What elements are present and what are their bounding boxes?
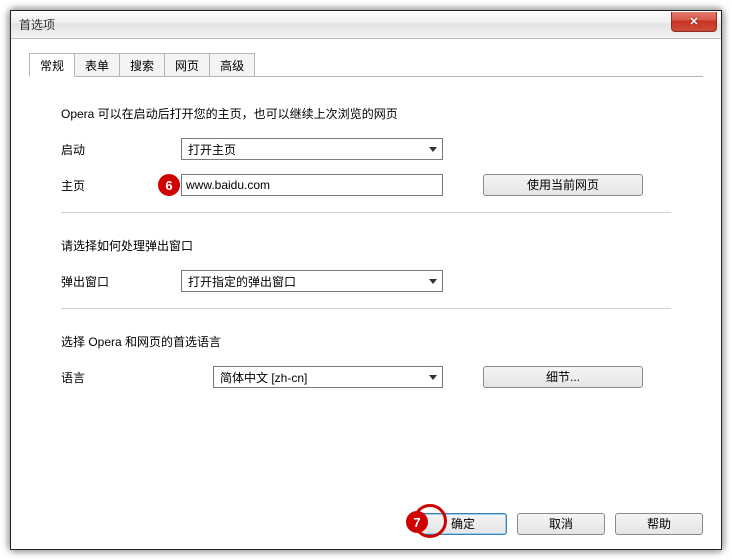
dialog-footer: 确定 7 取消 帮助 xyxy=(419,513,703,535)
tab-search[interactable]: 搜索 xyxy=(119,53,165,76)
help-button[interactable]: 帮助 xyxy=(615,513,703,535)
annotation-6: 6 xyxy=(158,174,180,196)
language-row: 语言 简体中文 [zh-cn] 细节... xyxy=(61,366,671,388)
details-button[interactable]: 细节... xyxy=(483,366,643,388)
tab-advanced[interactable]: 高级 xyxy=(209,53,255,76)
popup-select-value: 打开指定的弹出窗口 xyxy=(188,273,296,290)
content-area: 常规 表单 搜索 网页 高级 Opera 可以在启动后打开您的主页，也可以继续上… xyxy=(11,39,721,549)
startup-desc: Opera 可以在启动后打开您的主页，也可以继续上次浏览的网页 xyxy=(61,105,671,122)
homepage-row: 主页 使用当前网页 6 xyxy=(61,174,671,196)
divider xyxy=(61,308,671,309)
divider xyxy=(61,212,671,213)
language-label: 语言 xyxy=(61,369,213,386)
titlebar: 首选项 ✕ xyxy=(11,11,721,39)
language-desc: 选择 Opera 和网页的首选语言 xyxy=(61,333,671,350)
close-button[interactable]: ✕ xyxy=(671,12,717,32)
close-icon: ✕ xyxy=(689,15,698,28)
window-title: 首选项 xyxy=(19,16,55,33)
preferences-window: 首选项 ✕ 常规 表单 搜索 网页 高级 Opera 可以在启动后打开您的主页，… xyxy=(10,10,722,550)
tab-forms[interactable]: 表单 xyxy=(74,53,120,76)
popup-row: 弹出窗口 打开指定的弹出窗口 xyxy=(61,270,671,292)
popup-label: 弹出窗口 xyxy=(61,273,181,290)
popup-select[interactable]: 打开指定的弹出窗口 xyxy=(181,270,443,292)
startup-row: 启动 打开主页 xyxy=(61,138,671,160)
homepage-input[interactable] xyxy=(181,174,443,196)
tab-webpage[interactable]: 网页 xyxy=(164,53,210,76)
popup-desc: 请选择如何处理弹出窗口 xyxy=(61,237,671,254)
use-current-page-button[interactable]: 使用当前网页 xyxy=(483,174,643,196)
tab-body: Opera 可以在启动后打开您的主页，也可以继续上次浏览的网页 启动 打开主页 … xyxy=(29,77,703,388)
tab-general[interactable]: 常规 xyxy=(29,53,75,77)
startup-select[interactable]: 打开主页 xyxy=(181,138,443,160)
annotation-7: 7 xyxy=(406,511,428,533)
cancel-button[interactable]: 取消 xyxy=(517,513,605,535)
chevron-down-icon xyxy=(424,367,442,387)
chevron-down-icon xyxy=(424,139,442,159)
tab-strip: 常规 表单 搜索 网页 高级 xyxy=(29,53,703,77)
startup-select-value: 打开主页 xyxy=(188,141,236,158)
startup-label: 启动 xyxy=(61,141,181,158)
language-select[interactable]: 简体中文 [zh-cn] xyxy=(213,366,443,388)
chevron-down-icon xyxy=(424,271,442,291)
language-select-value: 简体中文 [zh-cn] xyxy=(220,369,307,386)
